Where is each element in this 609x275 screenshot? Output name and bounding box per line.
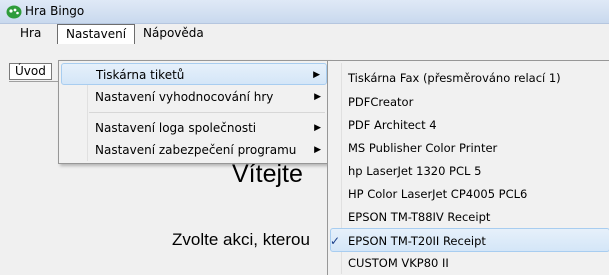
printer-label: HP Color LaserJet CP4005 PCL6: [348, 187, 528, 201]
settings-menu: Tiskárna tiketů ▶ Nastavení vyhodnocován…: [58, 60, 330, 164]
menu-nastaveni[interactable]: Nastavení: [57, 24, 136, 44]
printer-submenu: Tiskárna Fax (přesměrováno relací 1) PDF…: [327, 60, 609, 275]
menu-hra[interactable]: Hra: [12, 24, 49, 44]
printer-item[interactable]: CUSTOM VKP80 II: [330, 251, 609, 275]
printer-label: MS Publisher Color Printer: [348, 141, 498, 155]
prompt-text: Zvolte akci, kterou: [172, 230, 310, 249]
printer-label: PDF Architect 4: [348, 118, 437, 132]
printer-item[interactable]: PDFCreator: [330, 90, 609, 114]
menu-item-ticket-printer[interactable]: Tiskárna tiketů ▶: [61, 63, 327, 85]
title-bar: Hra Bingo: [0, 0, 609, 24]
printer-item[interactable]: MS Publisher Color Printer: [330, 136, 609, 160]
printer-label: Tiskárna Fax (přesměrováno relací 1): [348, 71, 561, 85]
menu-item-company-logo[interactable]: Nastavení loga společnosti ▶: [61, 117, 327, 139]
printer-item[interactable]: PDF Architect 4: [330, 113, 609, 137]
bingo-app-icon: [6, 5, 22, 19]
menu-separator: [89, 112, 325, 113]
submenu-arrow-icon: ▶: [313, 70, 320, 80]
tab-uvod[interactable]: Úvod: [9, 63, 52, 80]
printer-label: PDFCreator: [348, 95, 414, 109]
printer-label: hp LaserJet 1320 PCL 5: [348, 164, 482, 178]
printer-item-selected[interactable]: ✓ EPSON TM-T20II Receipt: [330, 228, 609, 252]
submenu-arrow-icon: ▶: [314, 145, 321, 155]
menu-bar: Hra Nastavení Nápověda: [0, 24, 609, 44]
printer-item[interactable]: EPSON TM-T88IV Receipt: [330, 205, 609, 229]
printer-item[interactable]: Tiskárna Fax (přesměrováno relací 1): [330, 66, 609, 90]
menu-item-label: Tiskárna tiketů: [96, 68, 185, 82]
printer-item[interactable]: hp LaserJet 1320 PCL 5: [330, 159, 609, 183]
printer-label: EPSON TM-T88IV Receipt: [348, 210, 491, 224]
printer-label: CUSTOM VKP80 II: [348, 256, 449, 270]
menu-item-game-evaluation[interactable]: Nastavení vyhodnocování hry ▶: [61, 86, 327, 108]
welcome-heading: Vítejte: [232, 160, 303, 188]
checkmark-icon: ✓: [330, 234, 341, 248]
submenu-arrow-icon: ▶: [314, 92, 321, 102]
menu-item-program-security[interactable]: Nastavení zabezpečení programu ▶: [61, 139, 327, 161]
menu-item-label: Nastavení zabezpečení programu: [95, 143, 297, 157]
menu-napoveda[interactable]: Nápověda: [135, 24, 212, 44]
printer-label: EPSON TM-T20II Receipt: [348, 234, 486, 248]
menu-item-label: Nastavení loga společnosti: [95, 121, 257, 135]
printer-item[interactable]: HP Color LaserJet CP4005 PCL6: [330, 182, 609, 206]
menu-item-label: Nastavení vyhodnocování hry: [95, 90, 274, 104]
window-title: Hra Bingo: [25, 4, 85, 18]
submenu-arrow-icon: ▶: [314, 123, 321, 133]
